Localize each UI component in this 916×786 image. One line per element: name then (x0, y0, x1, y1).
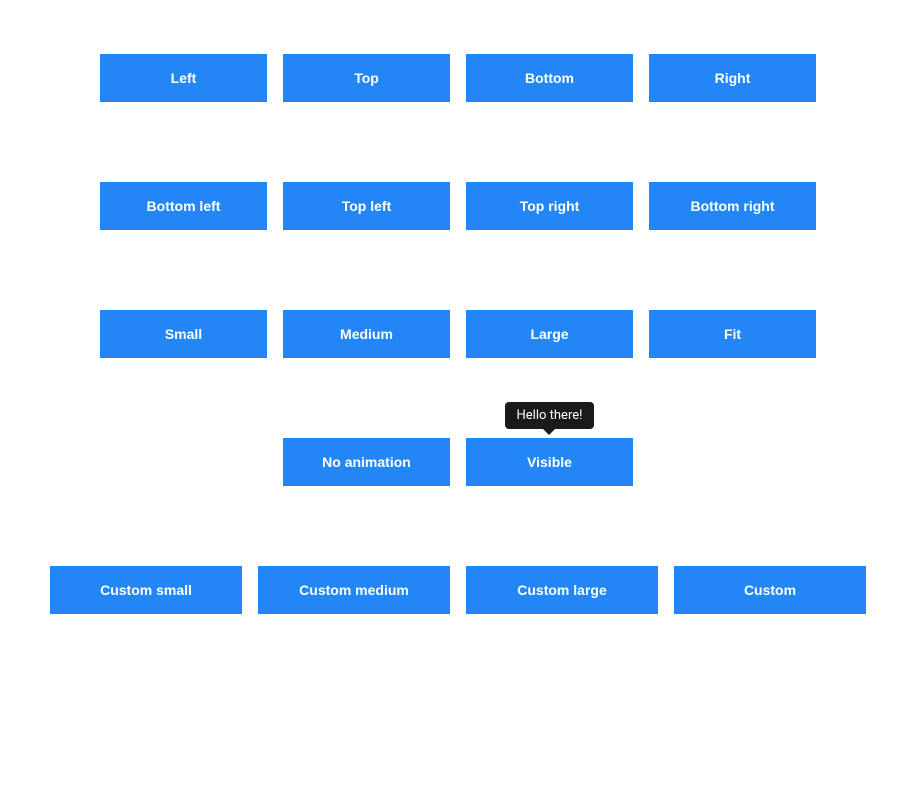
corner-row: Bottom left Top left Top right Bottom ri… (0, 182, 916, 230)
bottom-left-button[interactable]: Bottom left (100, 182, 267, 230)
bottom-right-button[interactable]: Bottom right (649, 182, 816, 230)
small-button[interactable]: Small (100, 310, 267, 358)
size-row: Small Medium Large Fit (0, 310, 916, 358)
options-row: No animation Hello there! Visible (0, 438, 916, 486)
top-right-button[interactable]: Top right (466, 182, 633, 230)
custom-row: Custom small Custom medium Custom large … (0, 566, 916, 614)
left-button[interactable]: Left (100, 54, 267, 102)
custom-small-button[interactable]: Custom small (50, 566, 242, 614)
top-left-button[interactable]: Top left (283, 182, 450, 230)
custom-button[interactable]: Custom (674, 566, 866, 614)
medium-button[interactable]: Medium (283, 310, 450, 358)
custom-large-button[interactable]: Custom large (466, 566, 658, 614)
custom-medium-button[interactable]: Custom medium (258, 566, 450, 614)
position-row: Left Top Bottom Right (0, 54, 916, 102)
large-button[interactable]: Large (466, 310, 633, 358)
right-button[interactable]: Right (649, 54, 816, 102)
visible-button[interactable]: Visible (466, 438, 633, 486)
tooltip-text: Hello there! (517, 408, 583, 423)
visible-button-wrapper: Hello there! Visible (466, 438, 633, 486)
fit-button[interactable]: Fit (649, 310, 816, 358)
tooltip: Hello there! (505, 402, 595, 429)
bottom-button[interactable]: Bottom (466, 54, 633, 102)
no-animation-button[interactable]: No animation (283, 438, 450, 486)
top-button[interactable]: Top (283, 54, 450, 102)
